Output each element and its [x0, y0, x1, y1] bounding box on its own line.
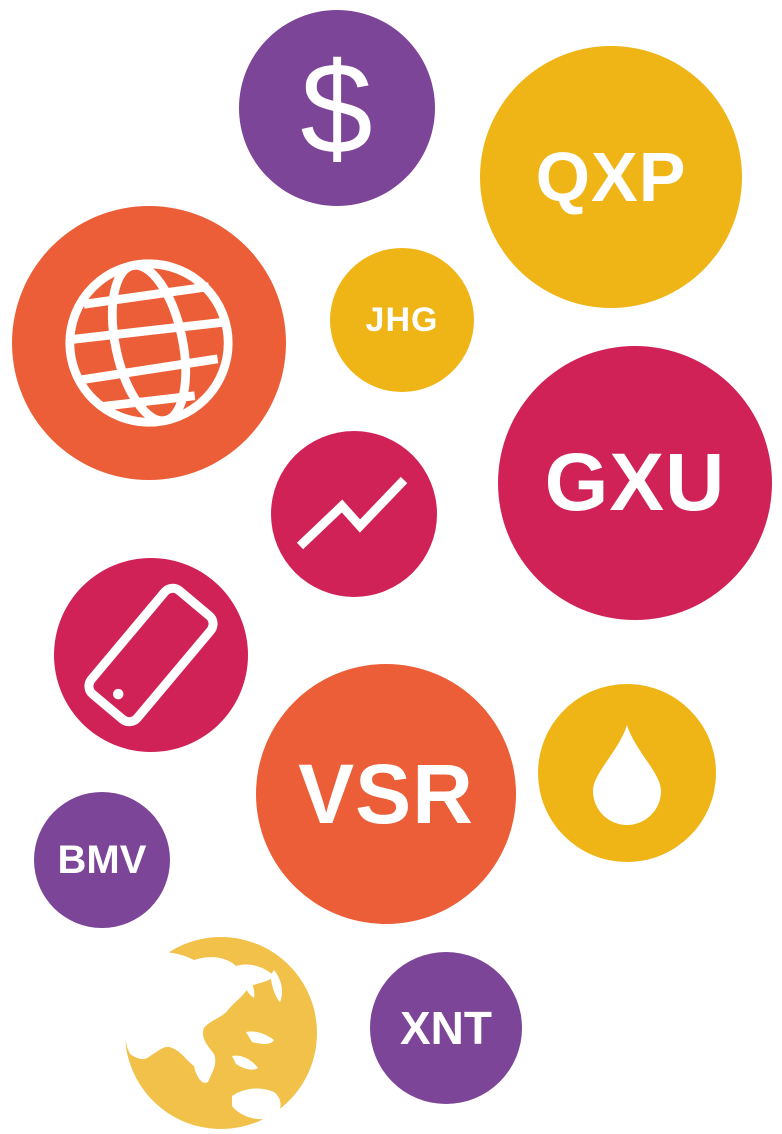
oil-drop-icon — [593, 725, 661, 825]
globe-bubble — [12, 206, 286, 480]
trend-bubble — [271, 431, 437, 597]
ticker-label: QXP — [535, 138, 687, 216]
earth-asia-icon — [124, 937, 317, 1129]
smartphone-icon — [84, 583, 218, 727]
ticker-label: JHG — [365, 300, 439, 339]
ticker-label: BMV — [57, 837, 147, 882]
ticker-label: GXU — [544, 437, 726, 528]
dollar-bubble: $ — [239, 10, 435, 206]
ticker-label: XNT — [400, 1002, 492, 1054]
ticker-bubble-vsr: VSR — [256, 664, 516, 924]
globe-icon — [65, 259, 233, 427]
ticker-label: VSR — [298, 746, 474, 841]
dollar-sign-icon: $ — [300, 35, 374, 181]
trend-up-icon — [296, 476, 408, 550]
ticker-bubble-jhg: JHG — [330, 248, 474, 392]
earth-bubble — [124, 936, 318, 1130]
drop-bubble — [538, 684, 716, 862]
ticker-bubble-gxu: GXU — [498, 346, 772, 620]
ticker-bubble-xnt: XNT — [370, 952, 522, 1104]
ticker-bubble-bmv: BMV — [34, 792, 170, 928]
phone-bubble — [54, 558, 248, 752]
ticker-bubble-qxp: QXP — [480, 46, 742, 308]
